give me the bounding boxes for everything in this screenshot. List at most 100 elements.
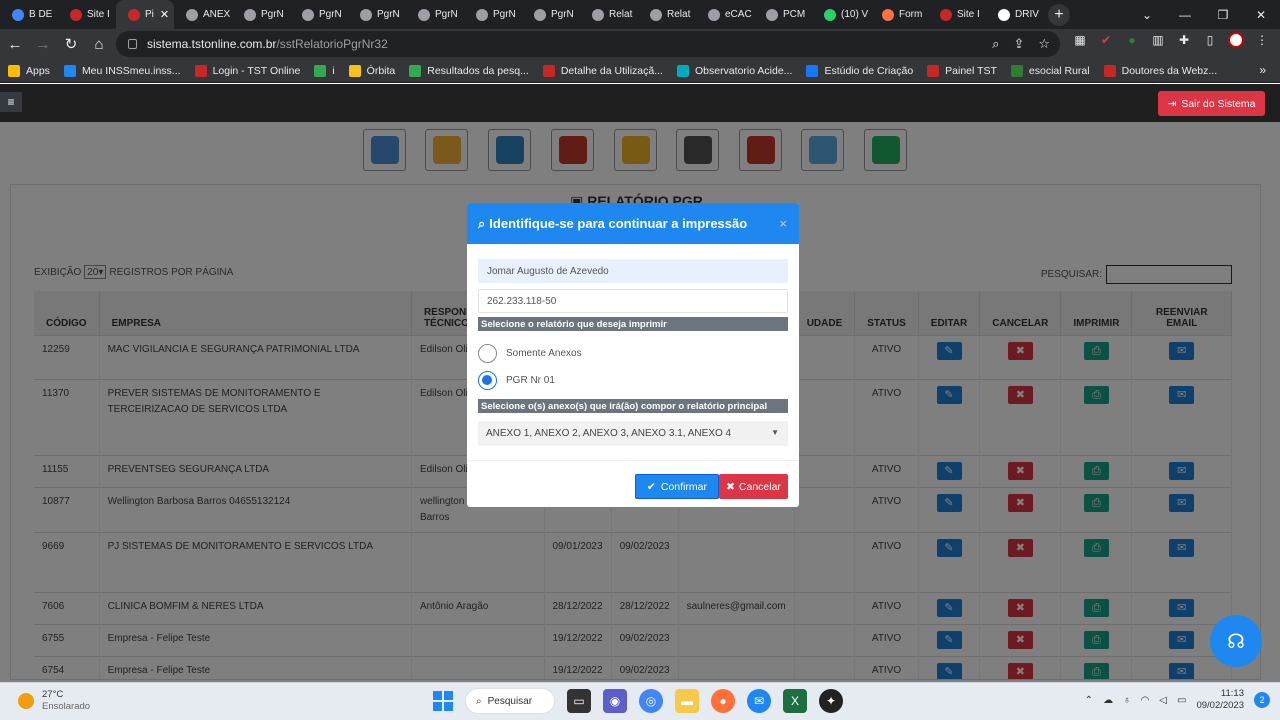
- extension-icon[interactable]: ✔: [1098, 32, 1114, 48]
- puzzle-icon[interactable]: ✚: [1176, 32, 1192, 48]
- browser-tab[interactable]: Pi ✕: [116, 0, 174, 29]
- share-icon[interactable]: ⇪: [1013, 36, 1024, 52]
- bookmark-favicon-icon: [314, 64, 327, 77]
- browser-tab[interactable]: Site I: [928, 0, 986, 29]
- reload-icon[interactable]: ↻: [58, 31, 84, 57]
- option-annexes-only[interactable]: Somente Anexos: [478, 340, 788, 366]
- wifi-icon[interactable]: ◠: [1141, 695, 1150, 706]
- extension-icon[interactable]: ●: [1124, 32, 1140, 48]
- profile-avatar[interactable]: [1228, 32, 1244, 48]
- logout-button[interactable]: ⇥ Sair do Sistema: [1158, 91, 1265, 116]
- browser-tab[interactable]: B DE: [0, 0, 58, 29]
- browser-tab[interactable]: (10) V: [812, 0, 870, 29]
- browser-tab[interactable]: PgrN: [406, 0, 464, 29]
- confirm-button[interactable]: ✔ Confirmar: [635, 474, 719, 499]
- extensions-area: ▦ ✔ ● ▥ ✚ ▯ ⋮: [1072, 32, 1270, 48]
- more-bookmarks-icon[interactable]: »: [1259, 63, 1266, 77]
- weather-widget[interactable]: 27°C Ensolarado: [18, 689, 90, 713]
- lock-icon[interactable]: [128, 39, 137, 49]
- messenger-icon[interactable]: ✉: [747, 689, 771, 713]
- bookmark-item[interactable]: i: [314, 64, 335, 77]
- browser-tab[interactable]: Site I: [58, 0, 116, 29]
- browser-tab[interactable]: PCM: [754, 0, 812, 29]
- bookmark-item[interactable]: esocial Rural: [1010, 64, 1090, 77]
- firefox-icon[interactable]: ●: [711, 689, 735, 713]
- radio-pgr-nr01[interactable]: [478, 370, 497, 390]
- extension-icon[interactable]: ▦: [1072, 32, 1088, 48]
- browser-tab[interactable]: eCAC: [696, 0, 754, 29]
- hamburger-menu-icon[interactable]: ≡: [0, 92, 22, 112]
- bookmark-favicon-icon: [1103, 64, 1116, 77]
- new-tab-button[interactable]: +: [1048, 3, 1070, 26]
- option-pgr-nr01[interactable]: PGR Nr 01: [478, 367, 788, 393]
- favicon-icon: [592, 8, 604, 21]
- cpf-field[interactable]: 262.233.118-50: [478, 289, 788, 313]
- zoom-icon[interactable]: ⌕: [992, 36, 999, 52]
- bookmark-item[interactable]: Login - TST Online: [194, 64, 300, 77]
- file-explorer-icon[interactable]: ▬: [675, 689, 699, 713]
- browser-tab[interactable]: PgrN: [464, 0, 522, 29]
- bookmark-item[interactable]: Detalhe da Utilizaçã...: [542, 64, 663, 77]
- modal-title: Identifique-se para continuar a impressã…: [489, 216, 748, 231]
- favicon-icon: [534, 8, 546, 21]
- chevron-up-icon[interactable]: ⌃: [1085, 695, 1093, 706]
- address-bar[interactable]: sistema.tstonline.com.br/sstRelatorioPgr…: [116, 31, 1060, 57]
- browser-tab[interactable]: PgrN: [522, 0, 580, 29]
- browser-tab[interactable]: Relat: [580, 0, 638, 29]
- taskbar-search[interactable]: ⌕ Pesquisar: [465, 688, 555, 714]
- tab-label: PgrN: [261, 9, 284, 20]
- bookmark-favicon-icon: [348, 64, 361, 77]
- temperature: 27°C: [42, 689, 64, 700]
- chrome-icon[interactable]: ◎: [639, 689, 663, 713]
- bookmark-favicon-icon: [409, 64, 422, 77]
- mic-icon[interactable]: ♁: [1123, 695, 1131, 706]
- tab-search-icon[interactable]: ⌄: [1128, 0, 1166, 29]
- bookmark-item[interactable]: Apps: [8, 64, 50, 77]
- browser-tab[interactable]: PgrN: [232, 0, 290, 29]
- battery-icon[interactable]: ▭: [1177, 695, 1186, 706]
- cloud-icon[interactable]: ☁: [1103, 695, 1113, 706]
- bookmark-star-icon[interactable]: ☆: [1038, 36, 1050, 52]
- bookmark-item[interactable]: Meu INSSmeu.inss...: [63, 64, 181, 77]
- windows-start-icon[interactable]: [433, 691, 453, 711]
- cancel-button[interactable]: ✖ Cancelar: [719, 474, 788, 499]
- bookmark-item[interactable]: Órbita: [348, 64, 395, 77]
- bookmark-item[interactable]: Resultados da pesq...: [409, 64, 529, 77]
- caret-down-icon: ▼: [771, 428, 779, 437]
- browser-tab[interactable]: Relat: [638, 0, 696, 29]
- reading-list-icon[interactable]: ▥: [1150, 32, 1166, 48]
- app-icon[interactable]: ✦: [819, 689, 843, 713]
- home-icon[interactable]: ⌂: [86, 31, 112, 57]
- excel-icon[interactable]: X: [783, 689, 807, 713]
- browser-tab[interactable]: ANEX: [174, 0, 232, 29]
- notification-badge[interactable]: 2: [1254, 692, 1270, 708]
- radio-annexes-only[interactable]: [478, 343, 497, 363]
- side-panel-icon[interactable]: ▯: [1202, 32, 1218, 48]
- task-view-icon[interactable]: ▭: [567, 689, 591, 713]
- tab-label: PCM: [783, 9, 806, 20]
- tab-label: Site I: [87, 9, 110, 20]
- name-field[interactable]: Jomar Augusto de Azevedo: [478, 259, 788, 283]
- menu-kebab-icon[interactable]: ⋮: [1254, 32, 1270, 48]
- chat-icon[interactable]: ◉: [603, 689, 627, 713]
- back-icon[interactable]: ←: [2, 31, 28, 57]
- close-tab-icon[interactable]: ✕: [160, 8, 169, 21]
- bookmark-item[interactable]: Estúdio de Criação: [806, 64, 913, 77]
- clock[interactable]: 11:13 09/02/2023: [1196, 688, 1244, 712]
- browser-tab[interactable]: PgrN: [348, 0, 406, 29]
- browser-tab[interactable]: PgrN: [290, 0, 348, 29]
- browser-tab[interactable]: DRIV: [986, 0, 1044, 29]
- bookmark-item[interactable]: Painel TST: [927, 64, 997, 77]
- browser-tab[interactable]: Form: [870, 0, 928, 29]
- bookmark-item[interactable]: Doutores da Webz...: [1103, 64, 1217, 77]
- restore-icon[interactable]: ❐: [1204, 0, 1242, 29]
- close-icon[interactable]: ×: [779, 216, 787, 231]
- volume-icon[interactable]: ◁: [1159, 695, 1167, 706]
- logout-icon: ⇥: [1167, 97, 1177, 110]
- bookmark-item[interactable]: Observatorio Acide...: [676, 64, 792, 77]
- forward-icon[interactable]: →: [30, 31, 56, 57]
- close-window-icon[interactable]: ✕: [1242, 0, 1280, 29]
- annex-select[interactable]: ANEXO 1, ANEXO 2, ANEXO 3, ANEXO 3.1, AN…: [478, 421, 788, 446]
- minimize-icon[interactable]: —: [1166, 0, 1204, 29]
- support-chat-button[interactable]: ☊: [1210, 615, 1262, 667]
